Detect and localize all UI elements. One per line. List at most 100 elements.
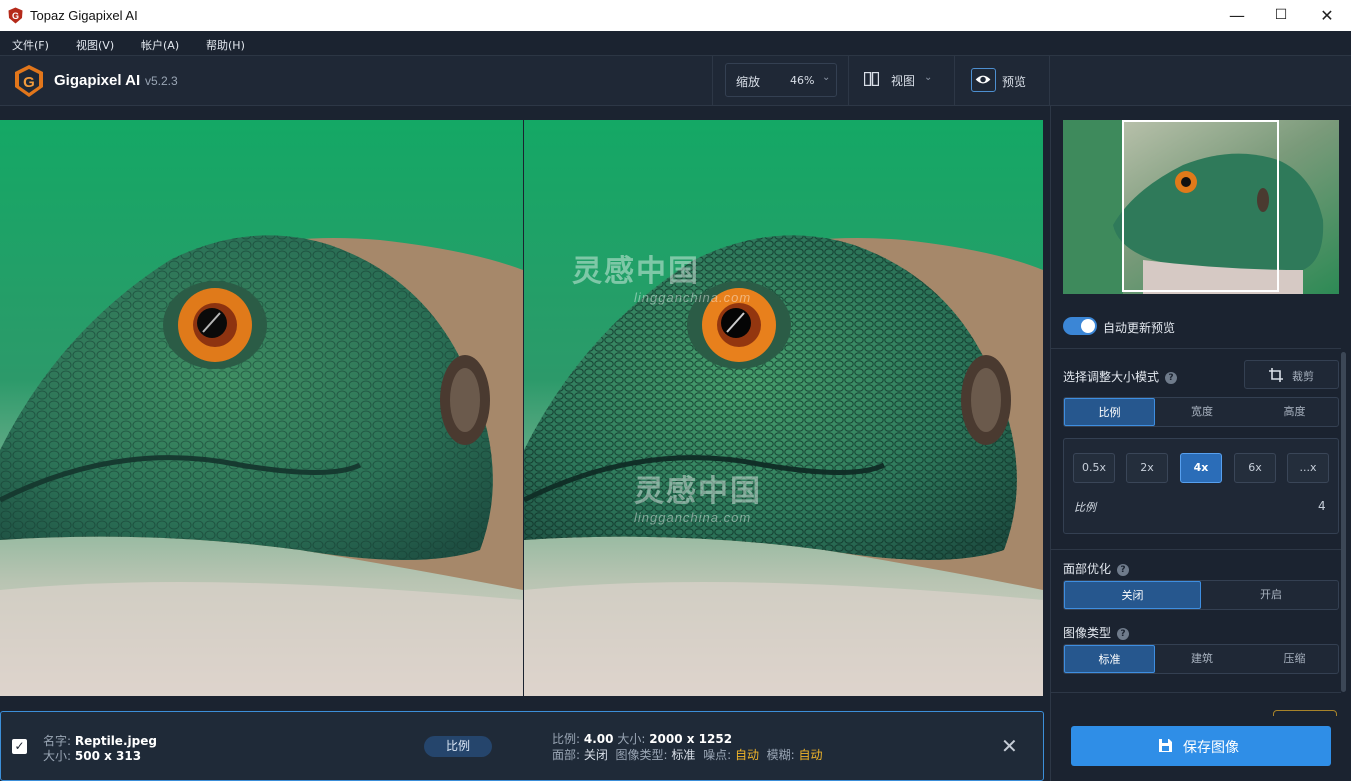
save-label: 保存图像: [1183, 740, 1239, 756]
size-label: 大小:: [43, 749, 72, 763]
tab-compressed[interactable]: 压缩: [1249, 645, 1340, 673]
chevron-down-icon: ⌄: [924, 72, 933, 83]
crop-label: 裁剪: [1292, 370, 1314, 383]
scale-field-value[interactable]: 4: [1318, 499, 1326, 513]
panel-divider: [1051, 549, 1341, 550]
auto-update-toggle[interactable]: [1063, 317, 1097, 335]
tab-standard[interactable]: 标准: [1064, 645, 1155, 673]
minimize-button[interactable]: —: [1214, 0, 1260, 31]
original-image: [0, 120, 523, 696]
face-refine-text: 面部优化: [1063, 562, 1112, 576]
panel-divider: [1051, 348, 1341, 349]
image-type-label: 图像类型?: [1063, 624, 1130, 641]
app-version: v5.2.3: [145, 74, 178, 88]
preview-button[interactable]: 预览: [970, 67, 1040, 93]
help-icon[interactable]: ?: [1117, 628, 1130, 640]
zoom-select[interactable]: 缩放 46% ⌄: [725, 63, 837, 97]
svg-text:G: G: [23, 74, 35, 91]
help-icon[interactable]: ?: [1165, 372, 1178, 384]
noise-label: 噪点:: [703, 748, 732, 762]
blur-label: 模糊:: [766, 748, 795, 762]
resize-mode-label: 选择调整大小模式?: [1063, 368, 1178, 385]
tab-height[interactable]: 高度: [1249, 398, 1340, 426]
tab-face-off[interactable]: 关闭: [1064, 581, 1201, 609]
maximize-button[interactable]: ☐: [1258, 0, 1304, 31]
panel-scrollbar[interactable]: [1341, 352, 1346, 692]
scale-options: 0.5x 2x 4x 6x ...x 比例 4: [1063, 438, 1339, 534]
preview-label: 预览: [1002, 75, 1027, 89]
crop-icon: [1269, 368, 1283, 382]
scale-0-5x-button[interactable]: 0.5x: [1073, 453, 1115, 483]
save-image-button[interactable]: 保存图像: [1071, 726, 1331, 766]
file-name: Reptile.jpeg: [74, 734, 157, 748]
save-icon: [1159, 739, 1172, 752]
watermark-url: lingganchina.com: [634, 510, 752, 525]
view-mode-button[interactable]: 视图 ⌄: [862, 69, 938, 91]
view-label: 视图: [891, 74, 916, 88]
remove-file-icon[interactable]: ✕: [1001, 734, 1018, 758]
watermark-text: 灵感中国: [572, 255, 700, 288]
face-refine-tabs: 关闭 开启: [1063, 580, 1339, 610]
face-label: 面部:: [552, 748, 581, 762]
svg-text:G: G: [12, 11, 19, 21]
app-header: G Gigapixel AI v5.2.3 缩放 46% ⌄ 视图 ⌄ 预览: [0, 56, 1351, 106]
blur-value: 自动: [798, 748, 823, 762]
window-titlebar: G Topaz Gigapixel AI — ☐ ✕: [0, 0, 1351, 31]
header-divider: [712, 56, 713, 106]
image-type-text: 图像类型: [1063, 626, 1112, 640]
file-row[interactable]: ✓ 名字: Reptile.jpeg 大小: 500 x 313 比例 比例: …: [0, 711, 1044, 781]
cut-off-setting-row: [1063, 710, 1339, 716]
header-divider: [954, 56, 955, 106]
face-value: 关闭: [583, 748, 608, 762]
zoom-label: 缩放: [736, 75, 761, 89]
crop-button[interactable]: 裁剪: [1244, 360, 1339, 389]
scale-4x-button[interactable]: 4x: [1180, 453, 1222, 483]
file-size: 500 x 313: [74, 749, 142, 763]
menu-help[interactable]: 帮助(H): [206, 37, 245, 53]
watermark: 灵感中国 lingganchina.com: [572, 466, 762, 525]
scale-custom-button[interactable]: ...x: [1287, 453, 1329, 483]
tab-architecture[interactable]: 建筑: [1156, 645, 1248, 673]
eye-icon: [971, 68, 996, 92]
scale-6x-button[interactable]: 6x: [1234, 453, 1276, 483]
preview-canvas[interactable]: 灵感中国 lingganchina.com 灵感中国 lingganchina.…: [0, 106, 1050, 710]
scale-2x-button[interactable]: 2x: [1126, 453, 1168, 483]
file-checkbox[interactable]: ✓: [12, 739, 27, 754]
type-value: 标准: [671, 748, 696, 762]
app-logo-icon: G: [8, 7, 23, 24]
file-size-line: 大小: 500 x 313: [43, 747, 141, 764]
out-size-value: 2000 x 1252: [649, 732, 733, 746]
enhanced-image: [524, 120, 1043, 696]
settings-panel: 自动更新预览 选择调整大小模式? 裁剪 比例 宽度 高度 0.5x 2x 4x …: [1050, 106, 1351, 781]
name-label: 名字:: [43, 734, 72, 748]
noise-value: 自动: [734, 748, 759, 762]
tab-face-on[interactable]: 开启: [1202, 581, 1340, 609]
out-size-label: 大小:: [617, 732, 646, 746]
ratio-value: 4.00: [583, 732, 614, 746]
watermark-url: lingganchina.com: [634, 290, 752, 305]
close-window-button[interactable]: ✕: [1304, 0, 1350, 31]
resize-mode-text: 选择调整大小模式: [1063, 370, 1160, 384]
face-refine-label: 面部优化?: [1063, 560, 1130, 577]
menu-file[interactable]: 文件(F): [12, 37, 49, 53]
output-summary: 比例: 4.00 大小: 2000 x 1252: [552, 730, 732, 747]
header-divider: [1049, 56, 1050, 106]
resize-mode-tabs: 比例 宽度 高度: [1063, 397, 1339, 427]
header-divider: [848, 56, 849, 106]
viewport-frame[interactable]: [1122, 120, 1279, 292]
ratio-label: 比例:: [552, 732, 581, 746]
mode-badge: 比例: [424, 736, 492, 757]
watermark-text: 灵感中国: [634, 475, 762, 508]
window-title: Topaz Gigapixel AI: [30, 8, 138, 23]
panel-divider: [1051, 692, 1341, 693]
image-type-tabs: 标准 建筑 压缩: [1063, 644, 1339, 674]
app-name: Gigapixel AI: [54, 72, 141, 89]
navigator-thumbnail[interactable]: [1063, 120, 1339, 294]
menu-account[interactable]: 帐户(A): [141, 37, 179, 53]
menu-bar: 文件(F) 视图(V) 帐户(A) 帮助(H): [0, 31, 1351, 56]
tab-ratio[interactable]: 比例: [1064, 398, 1155, 426]
help-icon[interactable]: ?: [1117, 564, 1130, 576]
auto-update-label: 自动更新预览: [1103, 321, 1176, 335]
tab-width[interactable]: 宽度: [1156, 398, 1248, 426]
menu-view[interactable]: 视图(V): [76, 37, 114, 53]
